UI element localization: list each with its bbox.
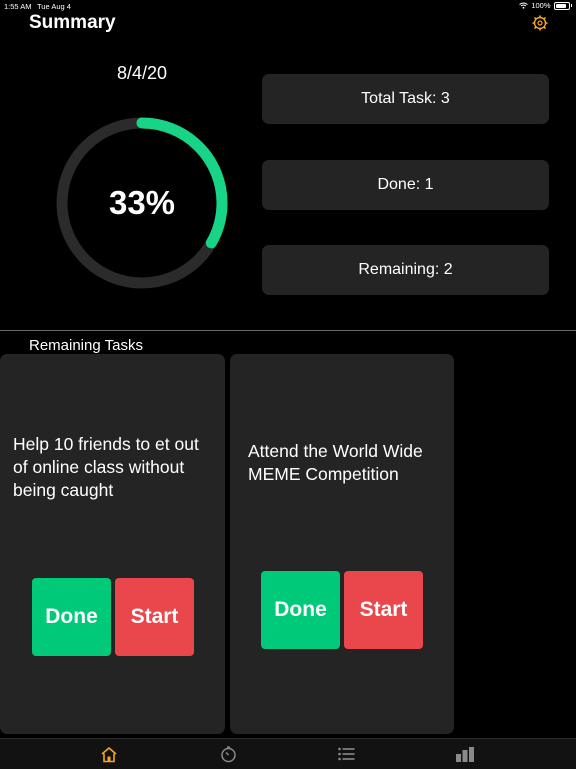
battery-cap [570, 4, 572, 7]
task-card: Attend the World Wide MEME Competition D… [230, 354, 454, 734]
tab-bar [0, 738, 576, 769]
progress-percent: 33% [108, 184, 176, 221]
total-task-label: Total Task: 3 [361, 90, 450, 107]
home-icon [101, 746, 117, 762]
section-title: Remaining Tasks [29, 337, 143, 354]
gear-icon[interactable] [532, 15, 548, 31]
remaining-count-label: Remaining: 2 [358, 261, 453, 278]
tab-stats[interactable] [455, 744, 475, 764]
page-title: Summary [29, 12, 116, 33]
tab-timer[interactable] [218, 744, 238, 764]
remaining-count-card: Remaining: 2 [262, 245, 549, 295]
battery-icon [553, 1, 570, 10]
task-text: Attend the World Wide MEME Competition [248, 441, 423, 484]
status-time: 1:55 AM [4, 2, 32, 11]
task-card: Help 10 friends to et out of online clas… [0, 354, 225, 734]
start-button[interactable]: Start [115, 578, 194, 656]
start-button[interactable]: Start [344, 571, 423, 649]
bar-chart-icon [456, 747, 474, 762]
status-right: 100% [519, 1, 572, 10]
list-icon [337, 747, 354, 761]
done-button[interactable]: Done [32, 578, 111, 656]
battery-percent: 100% [531, 1, 551, 10]
summary-date: 8/4/20 [116, 63, 168, 83]
tab-home[interactable] [99, 744, 119, 764]
task-text: Help 10 friends to et out of online clas… [13, 434, 199, 500]
wifi-icon [519, 2, 529, 9]
tab-list[interactable] [336, 744, 356, 764]
status-date: Tue Aug 4 [37, 2, 71, 11]
done-button[interactable]: Done [261, 571, 340, 649]
status-bar: 1:55 AM Tue Aug 4 100% [0, 0, 576, 12]
total-task-card: Total Task: 3 [262, 74, 549, 124]
timer-icon [220, 745, 236, 762]
done-count-label: Done: 1 [377, 176, 434, 193]
done-count-card: Done: 1 [262, 160, 549, 210]
section-divider [0, 330, 576, 331]
